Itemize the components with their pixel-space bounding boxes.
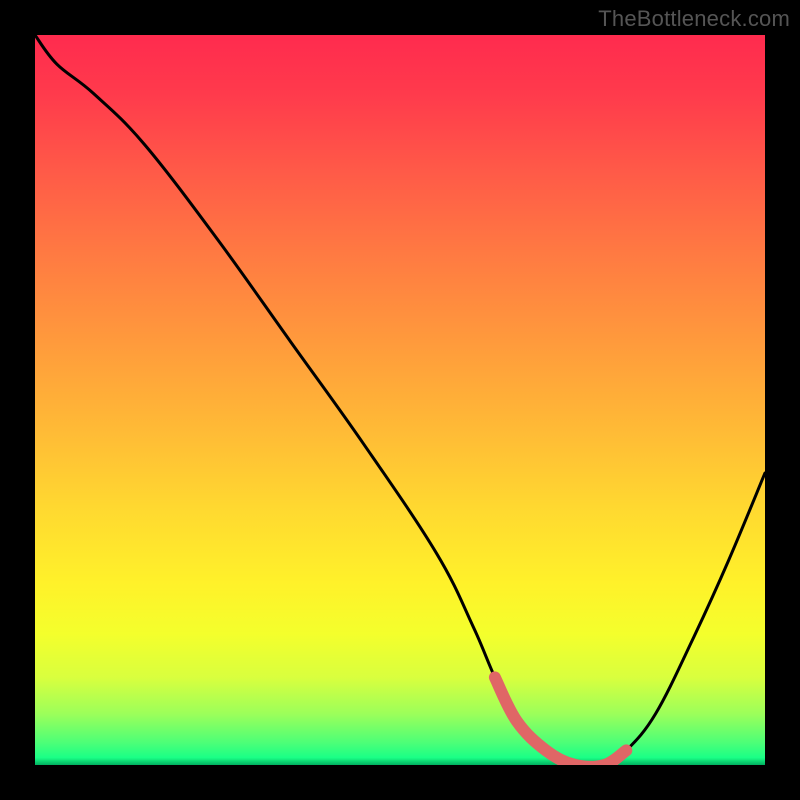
optimal-range-path bbox=[495, 677, 626, 765]
chart-plot-area bbox=[35, 35, 765, 765]
chart-svg bbox=[35, 35, 765, 765]
bottleneck-curve-path bbox=[35, 35, 765, 765]
watermark-text: TheBottleneck.com bbox=[598, 6, 790, 32]
chart-frame: TheBottleneck.com bbox=[0, 0, 800, 800]
